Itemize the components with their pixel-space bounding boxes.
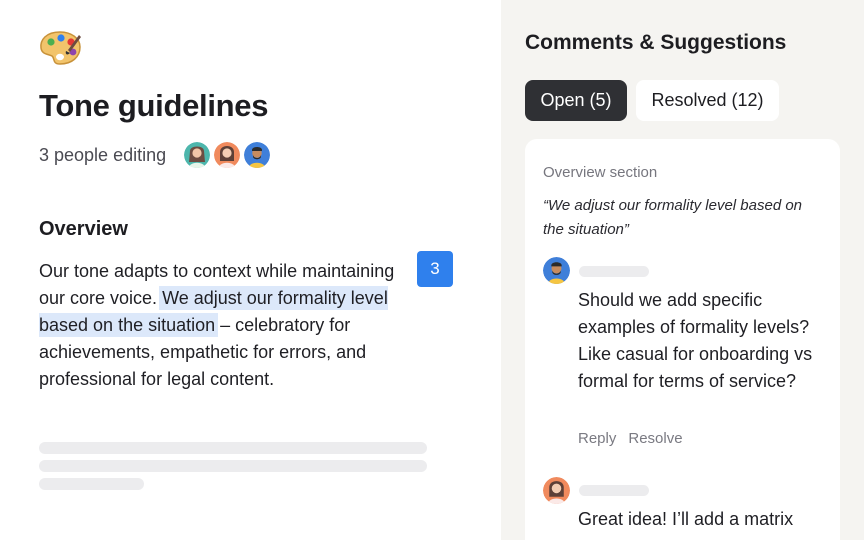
comment-text: Should we add specific examples of forma… <box>578 290 813 391</box>
thread-section-label: Overview section <box>543 164 658 181</box>
placeholder-line <box>39 442 427 454</box>
commenter-name-placeholder <box>579 266 649 277</box>
artist-palette-icon <box>40 31 81 65</box>
placeholder-line <box>39 460 427 472</box>
comments-panel: Comments & Suggestions Open (5) Resolved… <box>501 0 864 540</box>
collaborator-avatars <box>184 142 271 168</box>
commenter-name-placeholder <box>579 485 649 496</box>
tab-open[interactable]: Open (5) <box>525 80 627 121</box>
collaborator-avatar-3[interactable] <box>244 142 271 168</box>
placeholder-line <box>39 478 144 490</box>
resolve-button[interactable]: Resolve <box>628 430 682 447</box>
panel-title: Comments & Suggestions <box>525 31 787 54</box>
collaborator-avatar-1[interactable] <box>184 142 211 168</box>
comment-actions: Reply Resolve <box>578 430 683 447</box>
thread-quote: “We adjust our formality level based on … <box>543 197 803 238</box>
overview-paragraph: Our tone adapts to context while maintai… <box>39 258 419 393</box>
collaborator-avatar-2[interactable] <box>214 142 241 168</box>
section-heading: Overview <box>39 218 128 240</box>
tab-resolved[interactable]: Resolved (12) <box>636 80 779 121</box>
commenter-avatar <box>543 477 570 504</box>
editing-count-text: 3 people editing <box>39 144 167 165</box>
document-area: Tone guidelines 3 people editing Overvie… <box>0 0 501 540</box>
commenter-avatar <box>543 257 570 284</box>
comment-count-badge[interactable]: 3 <box>417 251 453 287</box>
comment-text: Great idea! I’ll add a matrix <box>578 509 794 529</box>
editing-indicator: 3 people editing <box>39 142 271 168</box>
document-title: Tone guidelines <box>39 88 269 123</box>
comment-thread-card: Overview section “We adjust our formalit… <box>525 139 840 540</box>
reply-button[interactable]: Reply <box>578 430 616 447</box>
